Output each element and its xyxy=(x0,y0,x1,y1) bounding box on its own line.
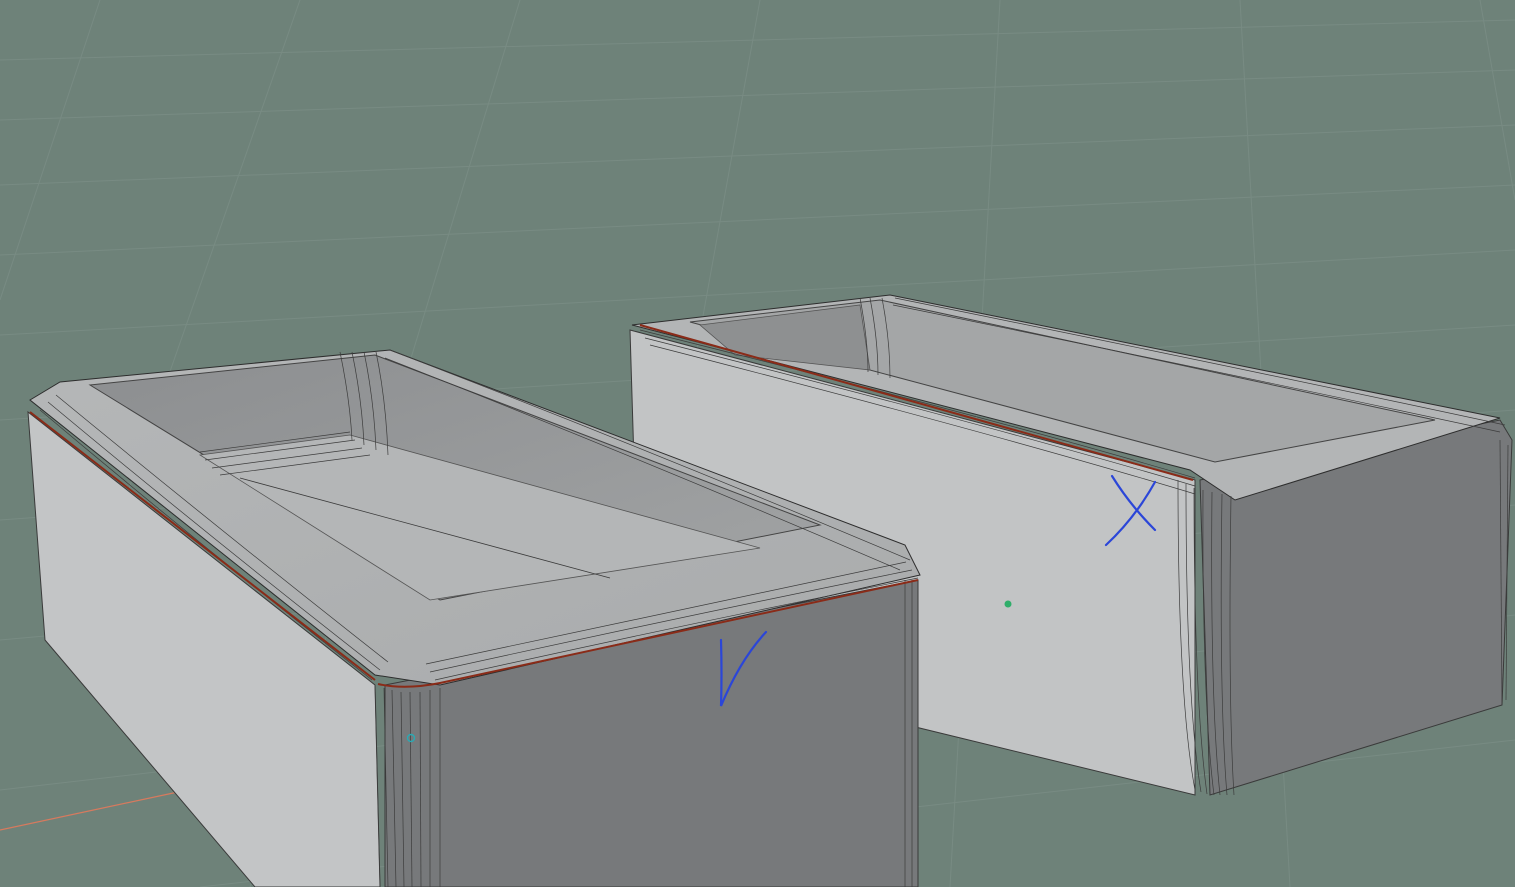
viewport-canvas[interactable] xyxy=(0,0,1515,887)
3d-cursor-marker[interactable] xyxy=(1004,600,1012,608)
3d-viewport[interactable] xyxy=(0,0,1515,887)
x-axis-line xyxy=(0,791,179,831)
